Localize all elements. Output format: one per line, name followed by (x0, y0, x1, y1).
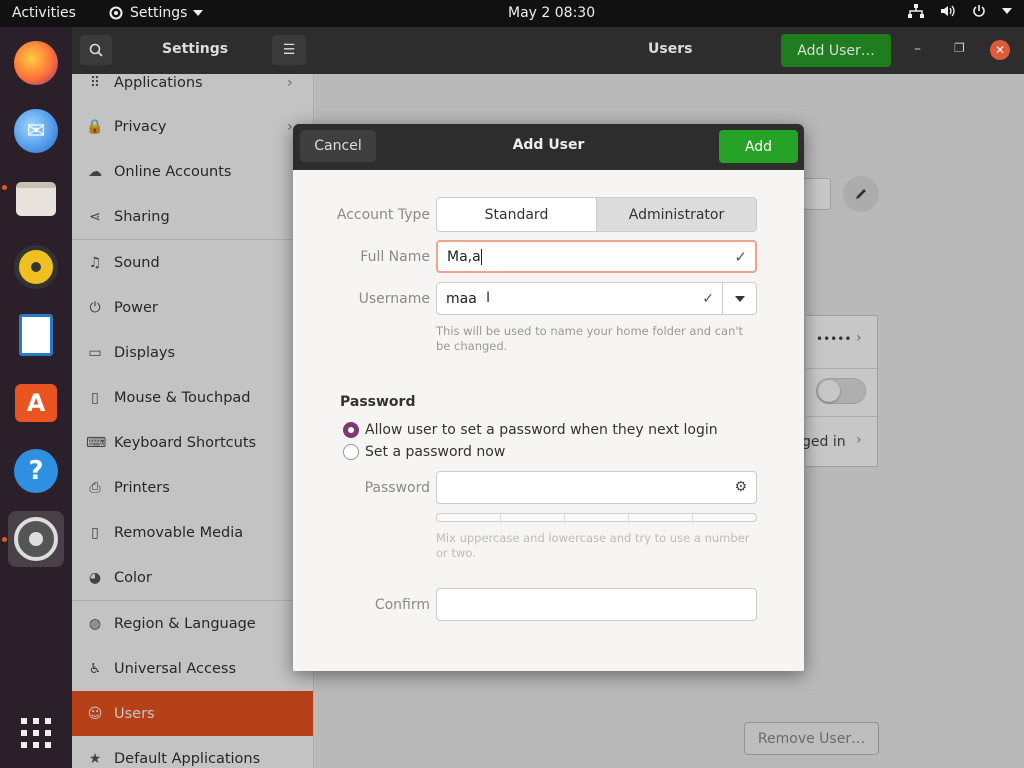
settings-gear-icon (14, 517, 58, 561)
help-icon: ? (14, 449, 58, 493)
password-option-now-label: Set a password now (365, 444, 506, 460)
radio-selected-icon[interactable] (343, 422, 359, 438)
volume-icon (941, 5, 955, 17)
search-icon (89, 43, 103, 57)
panel-title: Users (648, 41, 693, 57)
password-section-title: Password (340, 394, 416, 410)
account-type-toggle: Standard Administrator (436, 197, 757, 232)
thunderbird-icon: ✉ (14, 109, 58, 153)
menu-button[interactable]: ☰ (272, 35, 306, 65)
running-indicator (2, 537, 7, 542)
folder-icon (16, 182, 56, 216)
add-user-header-button[interactable]: Add User… (781, 34, 891, 67)
rhythmbox-launcher[interactable] (8, 239, 64, 295)
full-name-label: Full Name (360, 249, 430, 265)
checkmark-icon: ✓ (702, 290, 714, 307)
firefox-launcher[interactable] (8, 35, 64, 91)
dialog-header: Cancel Add User Add (293, 124, 804, 170)
standard-option[interactable]: Standard (437, 198, 596, 231)
search-button[interactable] (80, 35, 112, 65)
network-icon (908, 4, 924, 18)
ibeam-cursor-icon: I (486, 290, 491, 306)
chevron-down-icon (734, 295, 745, 302)
account-type-label: Account Type (336, 207, 430, 223)
gear-icon (109, 6, 123, 20)
chevron-down-icon (193, 10, 204, 16)
top-bar: Activities Settings May 2 08:30 (0, 0, 1024, 27)
username-dropdown-button[interactable] (722, 283, 756, 314)
activities-button[interactable]: Activities (12, 5, 76, 21)
clock[interactable]: May 2 08:30 (508, 5, 595, 21)
administrator-option[interactable]: Administrator (596, 198, 756, 231)
maximize-icon[interactable]: ❐ (954, 41, 965, 55)
writer-launcher[interactable] (8, 307, 64, 363)
speaker-icon (14, 245, 58, 289)
app-menu-label: Settings (130, 5, 188, 21)
document-icon (19, 314, 53, 356)
help-launcher[interactable]: ? (8, 443, 64, 499)
close-icon[interactable]: ✕ (990, 40, 1010, 60)
password-option-now[interactable]: Set a password now (343, 444, 505, 460)
username-field[interactable]: maa I ✓ (437, 283, 722, 314)
radio-unselected-icon[interactable] (343, 444, 359, 460)
show-apps-button[interactable] (8, 705, 64, 761)
username-combo[interactable]: maa I ✓ (436, 282, 757, 315)
password-hint: Mix uppercase and lowercase and try to u… (436, 531, 750, 560)
software-launcher[interactable]: A (8, 375, 64, 431)
system-tray[interactable] (908, 4, 1012, 18)
hamburger-icon: ☰ (282, 42, 296, 58)
password-option-later[interactable]: Allow user to set a password when they n… (343, 422, 718, 438)
thunderbird-launcher[interactable]: ✉ (8, 103, 64, 159)
header-bar: Settings ☰ Users Add User… – ❐ ✕ (72, 27, 1024, 74)
power-icon (973, 5, 985, 17)
app-menu[interactable]: Settings (108, 5, 204, 21)
confirm-password-field[interactable] (436, 588, 757, 621)
sidebar-title: Settings (162, 41, 229, 57)
password-strength-bar (436, 513, 757, 522)
password-option-later-label: Allow user to set a password when they n… (365, 422, 718, 438)
confirm-label: Confirm (374, 597, 430, 613)
checkmark-icon: ✓ (734, 247, 747, 266)
chevron-down-icon (1002, 8, 1012, 14)
generate-password-icon[interactable]: ⚙ (734, 479, 747, 495)
settings-launcher[interactable] (8, 511, 64, 567)
store-icon: A (15, 384, 57, 422)
minimize-icon[interactable]: – (914, 41, 921, 57)
username-label: Username (358, 291, 430, 307)
password-field[interactable]: ⚙ (436, 471, 757, 504)
files-launcher[interactable] (8, 171, 64, 227)
app-grid-icon (21, 718, 51, 748)
full-name-value: Ma,a (447, 248, 481, 265)
full-name-field[interactable]: Ma,a ✓ (436, 240, 757, 273)
dock: ✉ A ? (0, 27, 72, 768)
username-hint: This will be used to name your home fold… (436, 324, 744, 353)
text-cursor (480, 248, 482, 265)
running-indicator (2, 185, 7, 190)
add-user-dialog: Cancel Add User Add Account Type Standar… (293, 124, 804, 671)
firefox-icon (14, 41, 58, 85)
username-value: maa (446, 290, 477, 307)
password-label: Password (364, 480, 430, 496)
add-button[interactable]: Add (719, 130, 798, 163)
